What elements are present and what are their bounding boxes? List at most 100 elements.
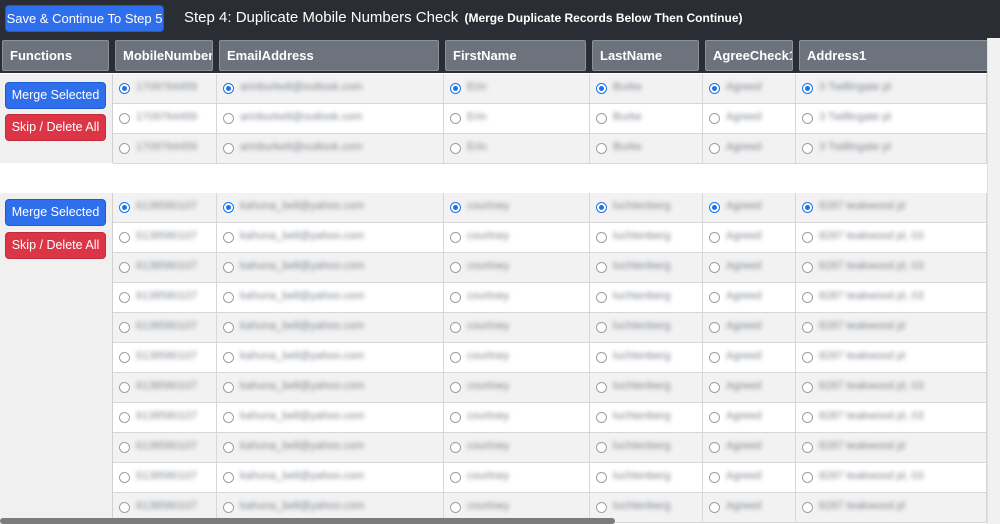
skip-delete-all-button[interactable]: Skip / Delete All [5,232,106,259]
radio-button[interactable] [450,502,461,513]
radio-button[interactable] [709,472,720,483]
merge-selected-button[interactable]: Merge Selected [5,199,106,226]
vertical-scrollbar[interactable] [987,38,1000,524]
radio-button[interactable] [450,143,461,154]
radio-button[interactable] [802,352,813,363]
radio-button[interactable] [709,143,720,154]
radio-button[interactable] [119,143,130,154]
radio-button[interactable] [119,292,130,303]
radio-button[interactable] [802,113,813,124]
radio-button[interactable] [802,382,813,393]
radio-button[interactable] [802,442,813,453]
save-continue-button[interactable]: Save & Continue To Step 5 [5,5,164,32]
cell-value: 8287 teakwood pl, 03 [819,380,924,392]
radio-button[interactable] [709,83,720,94]
radio-button[interactable] [596,202,607,213]
skip-delete-all-button[interactable]: Skip / Delete All [5,114,106,141]
radio-button[interactable] [450,322,461,333]
radio-button[interactable] [802,472,813,483]
radio-button[interactable] [450,352,461,363]
radio-button[interactable] [223,83,234,94]
radio-button[interactable] [709,382,720,393]
horizontal-scrollbar[interactable] [0,518,615,524]
radio-button[interactable] [596,502,607,513]
radio-button[interactable] [223,502,234,513]
cell-value: 1709764459 [136,141,198,153]
radio-button[interactable] [596,232,607,243]
radio-button[interactable] [119,412,130,423]
radio-button[interactable] [802,232,813,243]
radio-button[interactable] [223,202,234,213]
first-name-cell: Erin [444,104,590,133]
radio-button[interactable] [450,472,461,483]
step-subtitle: (Merge Duplicate Records Below Then Cont… [464,11,743,25]
radio-button[interactable] [709,232,720,243]
radio-button[interactable] [119,232,130,243]
radio-button[interactable] [709,262,720,273]
radio-button[interactable] [802,322,813,333]
radio-button[interactable] [709,292,720,303]
radio-button[interactable] [596,83,607,94]
radio-button[interactable] [119,472,130,483]
table-row: 6138580107 kahuna_bell@yahoo.com courtney l… [113,193,987,223]
radio-button[interactable] [596,262,607,273]
radio-button[interactable] [802,83,813,94]
cell-value: Agreed [726,380,762,392]
radio-button[interactable] [709,412,720,423]
radio-button[interactable] [596,442,607,453]
radio-button[interactable] [709,202,720,213]
radio-button[interactable] [450,83,461,94]
radio-button[interactable] [223,472,234,483]
radio-button[interactable] [709,113,720,124]
radio-button[interactable] [119,352,130,363]
radio-button[interactable] [450,412,461,423]
radio-button[interactable] [223,442,234,453]
radio-button[interactable] [450,113,461,124]
radio-button[interactable] [596,412,607,423]
radio-button[interactable] [802,292,813,303]
radio-button[interactable] [450,442,461,453]
radio-button[interactable] [119,262,130,273]
radio-button[interactable] [802,412,813,423]
radio-button[interactable] [802,143,813,154]
radio-button[interactable] [802,502,813,513]
radio-button[interactable] [802,202,813,213]
radio-button[interactable] [596,113,607,124]
radio-button[interactable] [223,292,234,303]
radio-button[interactable] [709,502,720,513]
radio-button[interactable] [119,442,130,453]
radio-button[interactable] [119,502,130,513]
radio-button[interactable] [709,442,720,453]
radio-button[interactable] [223,262,234,273]
radio-button[interactable] [709,322,720,333]
radio-button[interactable] [223,113,234,124]
radio-button[interactable] [223,352,234,363]
radio-button[interactable] [450,292,461,303]
radio-button[interactable] [223,143,234,154]
radio-button[interactable] [596,322,607,333]
radio-button[interactable] [450,382,461,393]
radio-button[interactable] [223,322,234,333]
radio-button[interactable] [119,202,130,213]
radio-button[interactable] [596,382,607,393]
radio-button[interactable] [450,232,461,243]
cell-value: kahuna_bell@yahoo.com [240,200,365,212]
radio-button[interactable] [119,113,130,124]
radio-button[interactable] [596,292,607,303]
radio-button[interactable] [596,352,607,363]
radio-button[interactable] [223,232,234,243]
radio-button[interactable] [119,382,130,393]
cell-value: arinburke8@outlook.com [240,81,363,93]
radio-button[interactable] [802,262,813,273]
radio-button[interactable] [596,472,607,483]
radio-button[interactable] [709,352,720,363]
merge-selected-button[interactable]: Merge Selected [5,82,106,109]
radio-button[interactable] [223,412,234,423]
radio-button[interactable] [450,262,461,273]
radio-button[interactable] [119,322,130,333]
radio-button[interactable] [596,143,607,154]
radio-button[interactable] [450,202,461,213]
radio-button[interactable] [223,382,234,393]
agree-check-cell: Agreed [703,134,796,163]
radio-button[interactable] [119,83,130,94]
